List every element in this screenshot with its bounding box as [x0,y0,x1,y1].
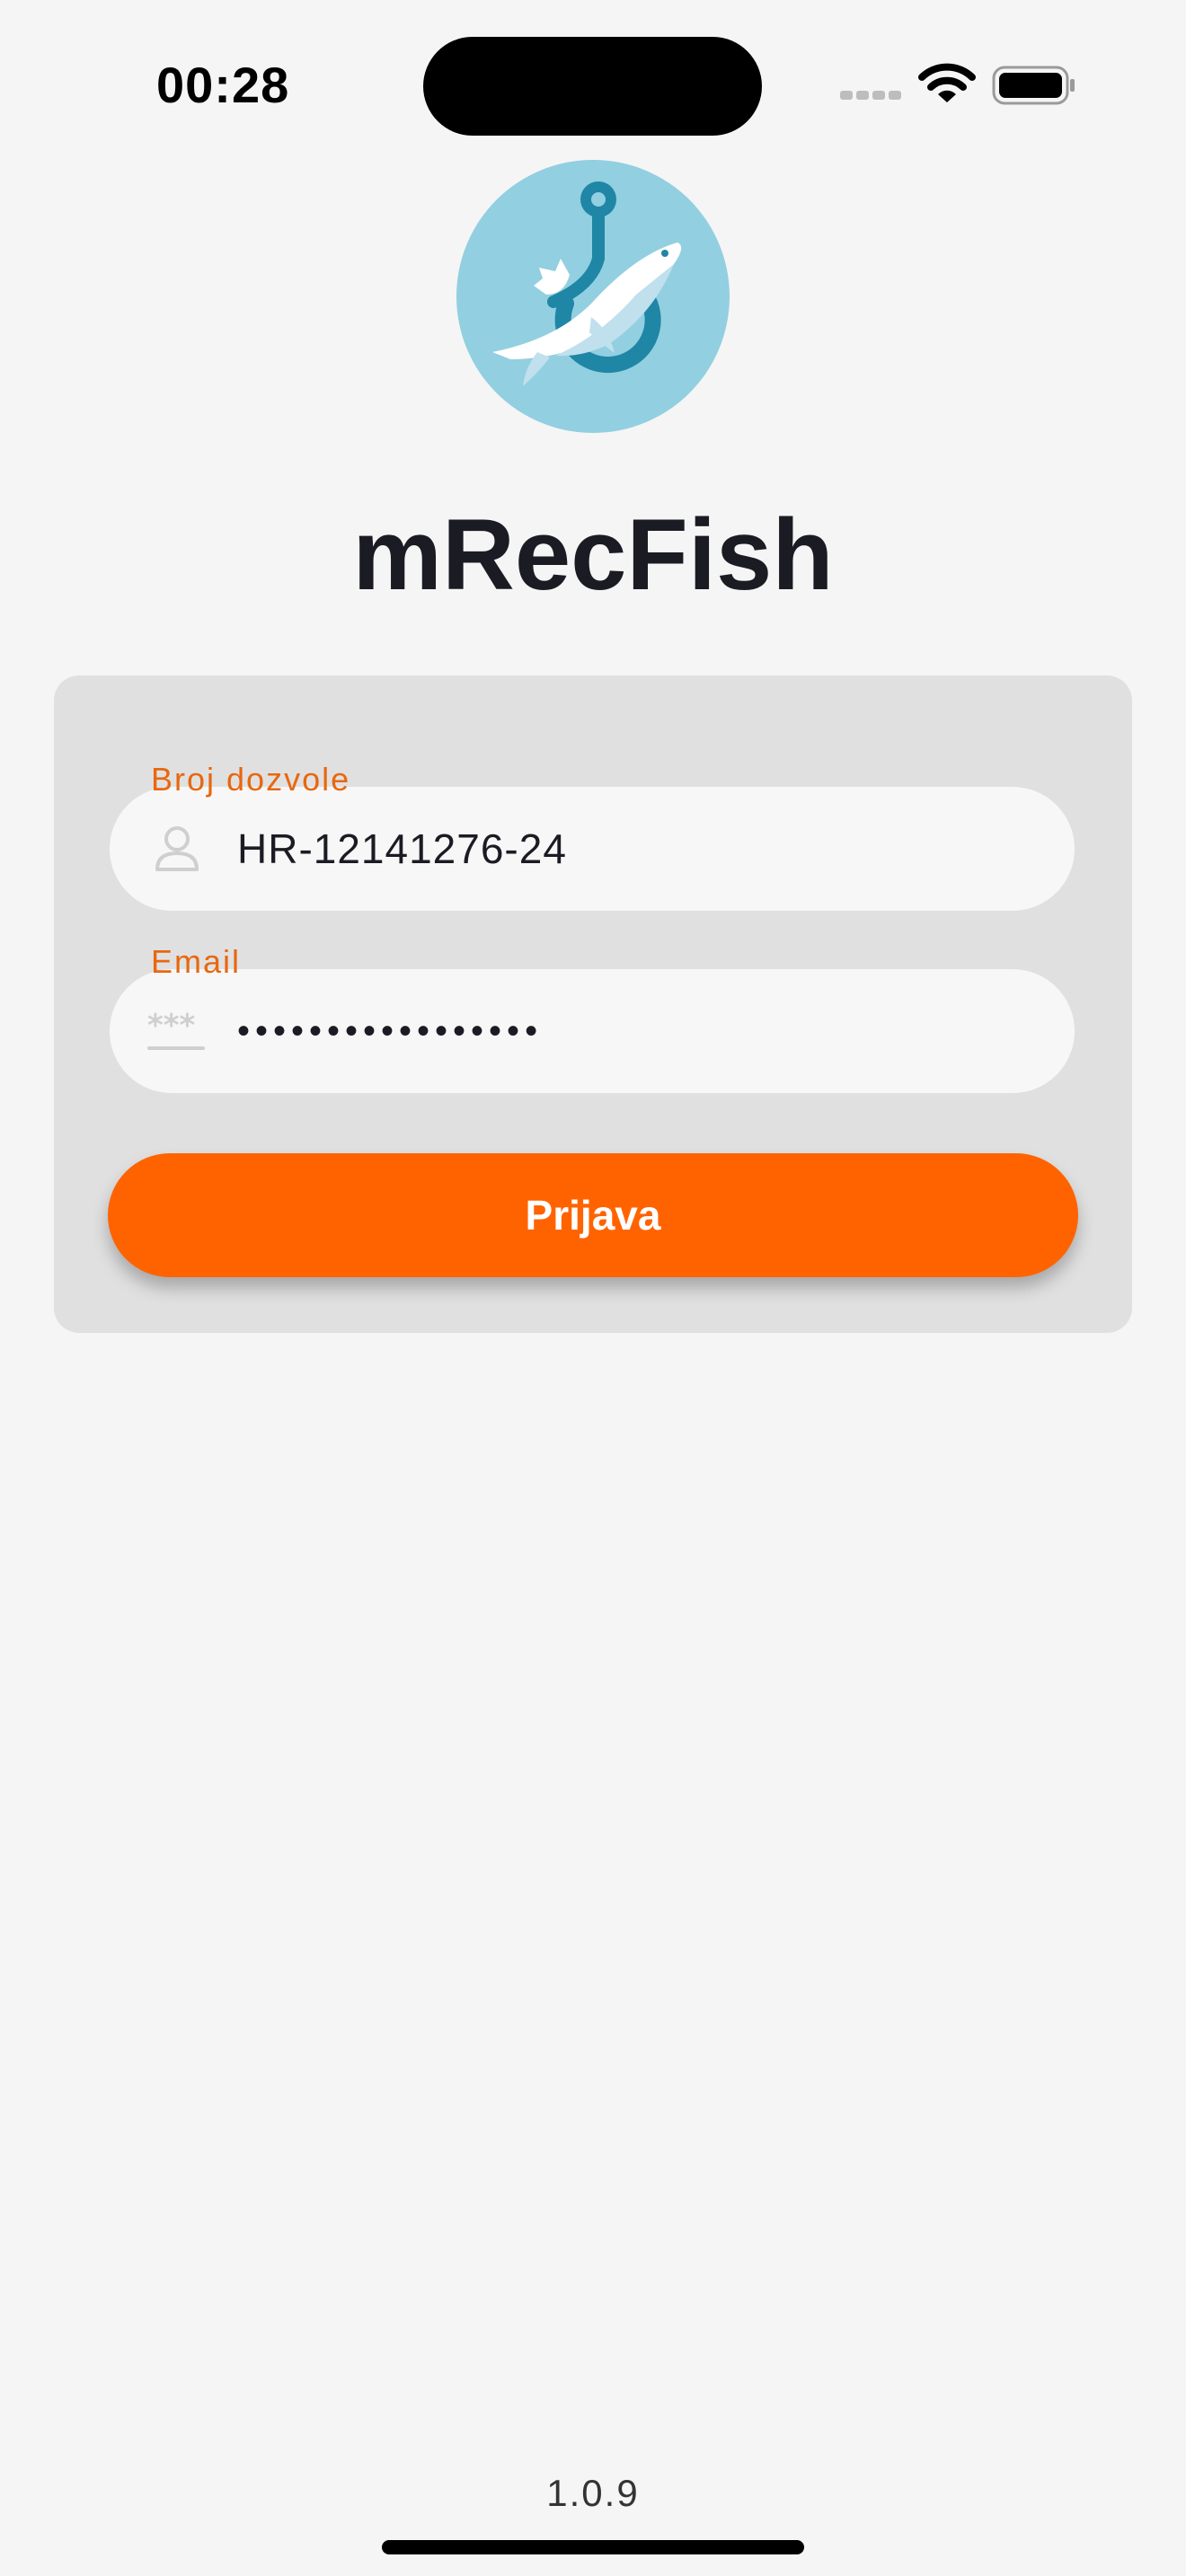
permit-number-input[interactable]: HR-12141276-24 [237,787,567,911]
wifi-icon [918,63,976,102]
app-version: 1.0.9 [546,2472,640,2514]
status-time: 00:28 [156,57,290,113]
svg-text:***: *** [147,1008,196,1044]
fish-hook-logo-icon [456,160,730,433]
password-asterisk-icon: *** [147,1008,205,1050]
home-indicator[interactable] [382,2540,804,2554]
user-icon [155,826,199,871]
login-card: Broj dozvole HR-12141276-24 Email *** ••… [54,675,1132,1333]
app-title: mRecFish [352,498,834,611]
permit-number-field[interactable]: Broj dozvole HR-12141276-24 [110,761,1075,911]
email-label: Email [151,943,242,980]
signal-dots-icon [840,91,901,100]
email-input[interactable]: ••••••••••••••••• [237,969,543,1093]
dynamic-island [423,37,762,136]
login-button[interactable]: Prijava [108,1153,1078,1277]
email-field[interactable]: Email *** ••••••••••••••••• [110,943,1075,1093]
battery-icon [992,66,1075,105]
